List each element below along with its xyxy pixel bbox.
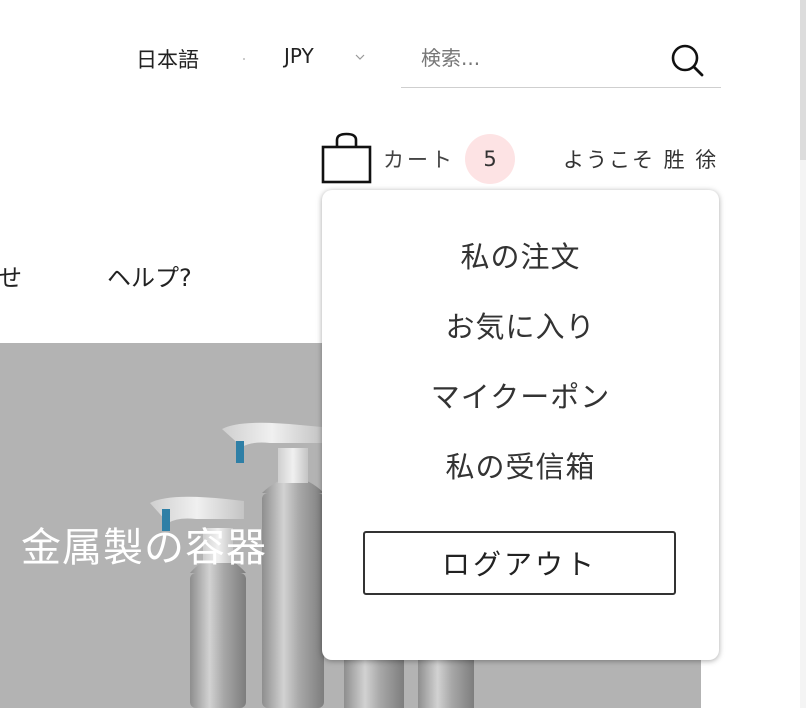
menu-item-favorites[interactable]: お気に入り <box>322 304 719 346</box>
cart-label: カート <box>383 148 455 172</box>
account-dropdown-menu: 私の注文 お気に入り マイクーポン 私の受信箱 ログアウト <box>322 190 719 660</box>
scrollbar-thumb[interactable] <box>800 0 806 160</box>
currency-selector[interactable]: JPY <box>284 44 314 68</box>
hero-title: 金属製の容器 <box>21 525 267 571</box>
language-selector[interactable]: 日本語 <box>136 44 199 74</box>
nav-item-partial[interactable]: せ <box>0 258 22 293</box>
nav-item-help[interactable]: ヘルプ? <box>107 258 192 293</box>
logout-button[interactable]: ログアウト <box>363 531 676 595</box>
menu-item-my-coupons[interactable]: マイクーポン <box>322 374 719 416</box>
shopping-bag-icon <box>321 132 372 184</box>
menu-item-my-orders[interactable]: 私の注文 <box>322 234 719 276</box>
search-icon[interactable] <box>669 42 705 78</box>
cart-count-badge: 5 <box>465 134 515 184</box>
search-bar <box>401 32 721 88</box>
menu-item-inbox[interactable]: 私の受信箱 <box>322 444 719 486</box>
header-separator <box>243 58 245 60</box>
user-welcome[interactable]: ようこそ 胜 徐 <box>563 144 718 174</box>
search-input[interactable] <box>421 40 661 76</box>
chevron-down-icon[interactable] <box>354 53 366 61</box>
page-scrollbar[interactable] <box>800 0 806 708</box>
